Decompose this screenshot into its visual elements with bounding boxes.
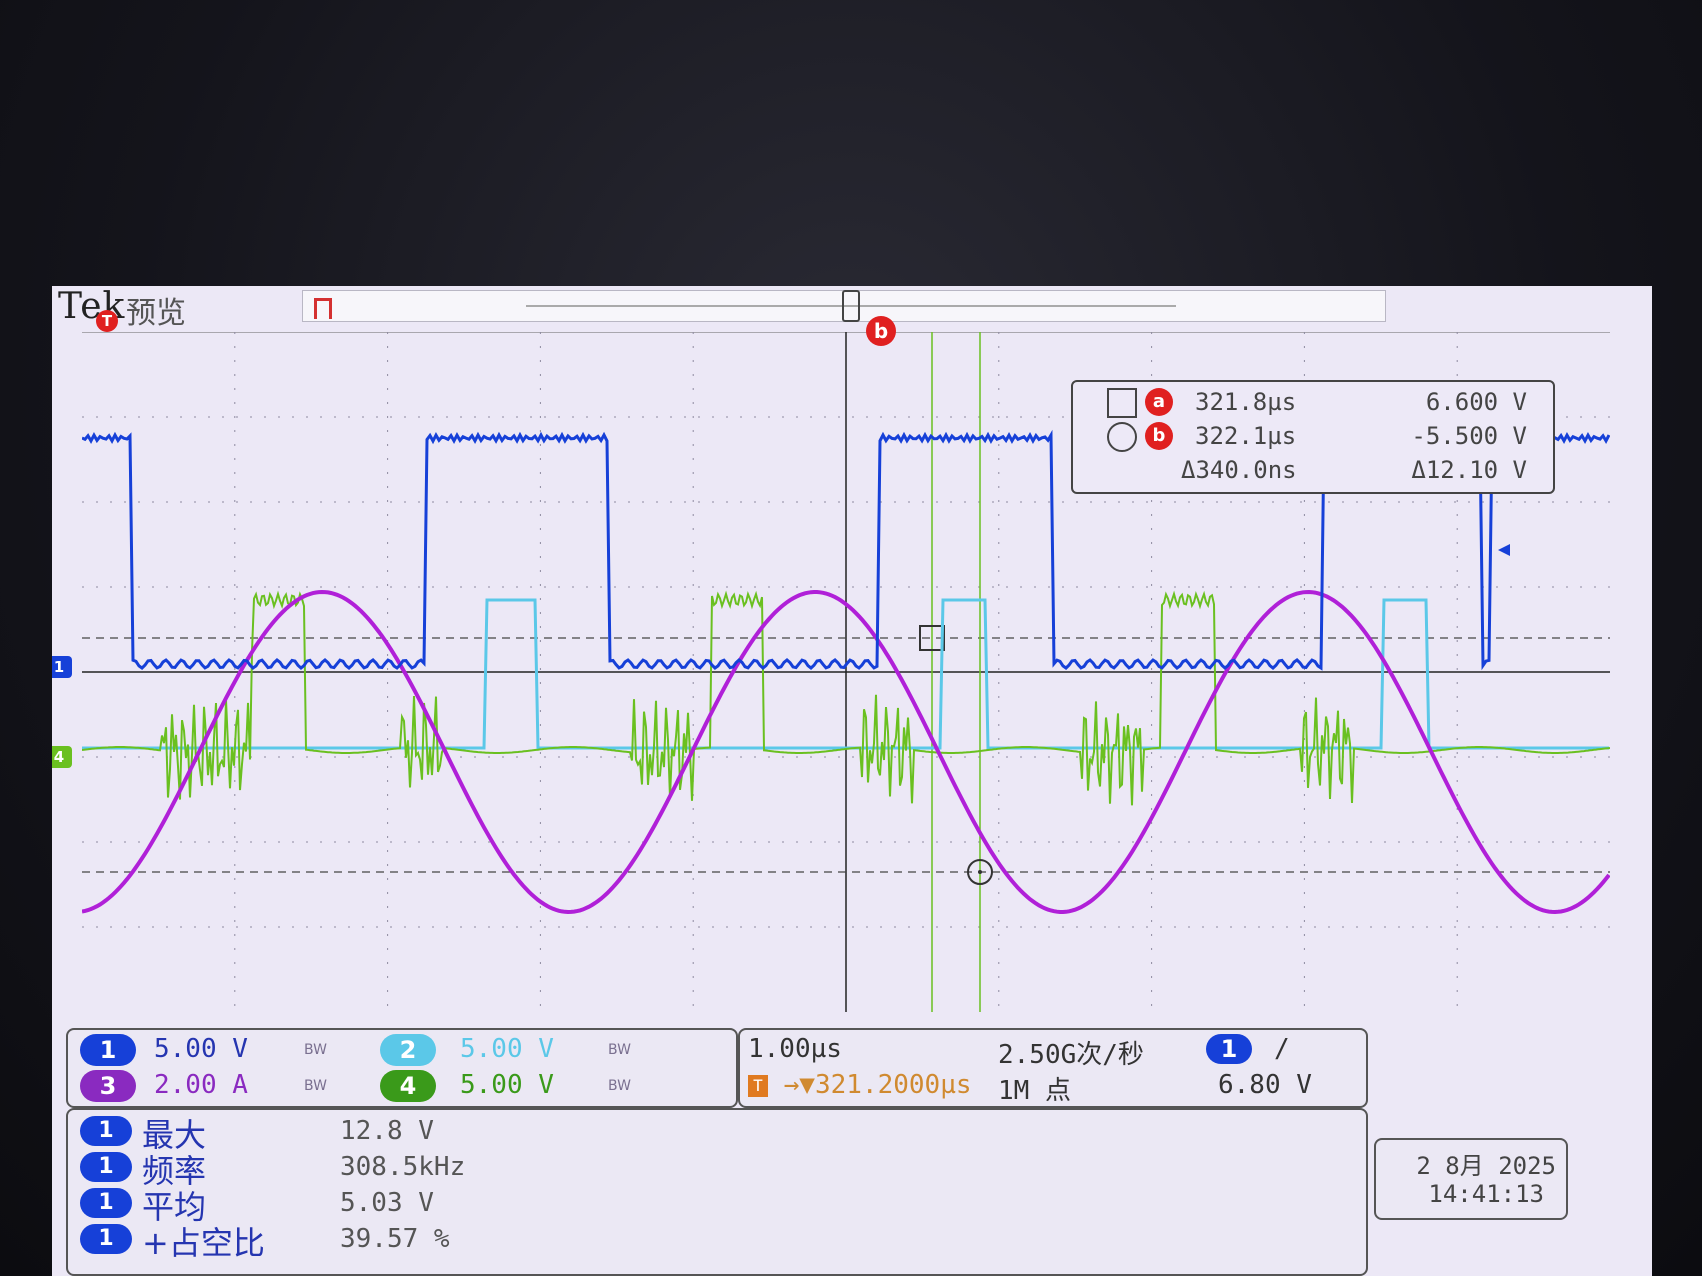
cursor-b-circle-icon: [1107, 422, 1137, 452]
ch3-scale[interactable]: 2.00 A: [154, 1070, 248, 1100]
meas-source-badge: 1: [80, 1152, 132, 1182]
trigger-position-icon: T: [748, 1074, 768, 1097]
time: 14:41:13: [1428, 1180, 1544, 1208]
ch2-scale[interactable]: 5.00 V: [460, 1034, 554, 1064]
ch1-scale[interactable]: 5.00 V: [154, 1034, 248, 1064]
date-time-display: 2 8月 2025 14:41:13: [1374, 1138, 1568, 1220]
meas-value: 5.03 V: [340, 1188, 434, 1218]
cursor-a-badge: a: [1145, 388, 1173, 416]
ch1-badge[interactable]: 1: [80, 1034, 136, 1066]
cursor-b-label[interactable]: b: [866, 316, 896, 346]
sample-rate: 2.50G次/秒: [998, 1040, 1144, 1070]
meas-source-badge: 1: [80, 1188, 132, 1218]
horizontal-position-row: T →▼321.2000µs: [748, 1070, 972, 1100]
record-length: 1M 点: [998, 1076, 1071, 1106]
record-start-marker: [314, 298, 332, 319]
trigger-level[interactable]: 6.80 V: [1218, 1070, 1312, 1100]
cursor-b-badge: b: [1145, 422, 1173, 450]
meas-value: 308.5kHz: [340, 1152, 466, 1182]
cursor-a-square-icon: [1107, 388, 1137, 418]
oscilloscope-screen: Tek 预览 T b 1 4 a 321.8µs 6.600 V b 322.1…: [52, 286, 1652, 1276]
trigger-source-badge[interactable]: 1: [1206, 1034, 1252, 1064]
ch2-bw-limit: BW: [608, 1042, 631, 1058]
cursor-b-crosshair-dot: [978, 870, 982, 874]
meas-source-badge: 1: [80, 1224, 132, 1254]
trigger-slope-icon[interactable]: /: [1274, 1034, 1290, 1064]
measurements-panel: 1 最大 12.8 V 1 频率 308.5kHz 1 平均 5.03 V 1 …: [66, 1108, 1368, 1276]
ch4-badge[interactable]: 4: [380, 1070, 436, 1102]
record-view-window[interactable]: [842, 290, 860, 322]
cursor-a-time: 321.8µs: [1195, 388, 1297, 416]
cursor-delta-value: Δ12.10 V: [1411, 456, 1527, 484]
acquisition-mode: 预览: [126, 296, 186, 331]
ch4-ground-marker[interactable]: 4: [52, 746, 72, 768]
horizontal-scale[interactable]: 1.00µs: [748, 1034, 842, 1064]
ch3-badge[interactable]: 3: [80, 1070, 136, 1102]
ch3-bw-limit: BW: [304, 1078, 327, 1094]
trigger-position-marker[interactable]: T: [96, 310, 118, 332]
cursor-readout-panel: a 321.8µs 6.600 V b 322.1µs -5.500 V Δ34…: [1071, 380, 1555, 494]
ch2-badge[interactable]: 2: [380, 1034, 436, 1066]
ch4-scale[interactable]: 5.00 V: [460, 1070, 554, 1100]
date: 2 8月 2025: [1416, 1152, 1556, 1180]
cursor-b-value: -5.500 V: [1411, 422, 1527, 450]
horizontal-position[interactable]: 321.2000µs: [815, 1070, 972, 1100]
cursor-b-time: 322.1µs: [1195, 422, 1297, 450]
ch1-right-edge-marker: [1498, 544, 1510, 556]
cursor-delta-time: Δ340.0ns: [1181, 456, 1297, 484]
meas-name[interactable]: +占空比: [142, 1218, 265, 1264]
channel-settings-panel: 1 5.00 V BW 2 5.00 V BW 3 2.00 A BW 4 5.…: [66, 1028, 738, 1108]
ch4-bw-limit: BW: [608, 1078, 631, 1094]
arrow-icon: →▼: [783, 1070, 815, 1100]
ch1-bw-limit: BW: [304, 1042, 327, 1058]
meas-source-badge: 1: [80, 1116, 132, 1146]
timebase-panel: 1.00µs 2.50G次/秒 T →▼321.2000µs 1M 点 1 / …: [738, 1028, 1368, 1108]
cursor-a-value: 6.600 V: [1425, 388, 1527, 416]
meas-value: 12.8 V: [340, 1116, 434, 1146]
meas-value: 39.57 %: [340, 1224, 450, 1254]
ch1-ground-marker[interactable]: 1: [52, 656, 72, 678]
